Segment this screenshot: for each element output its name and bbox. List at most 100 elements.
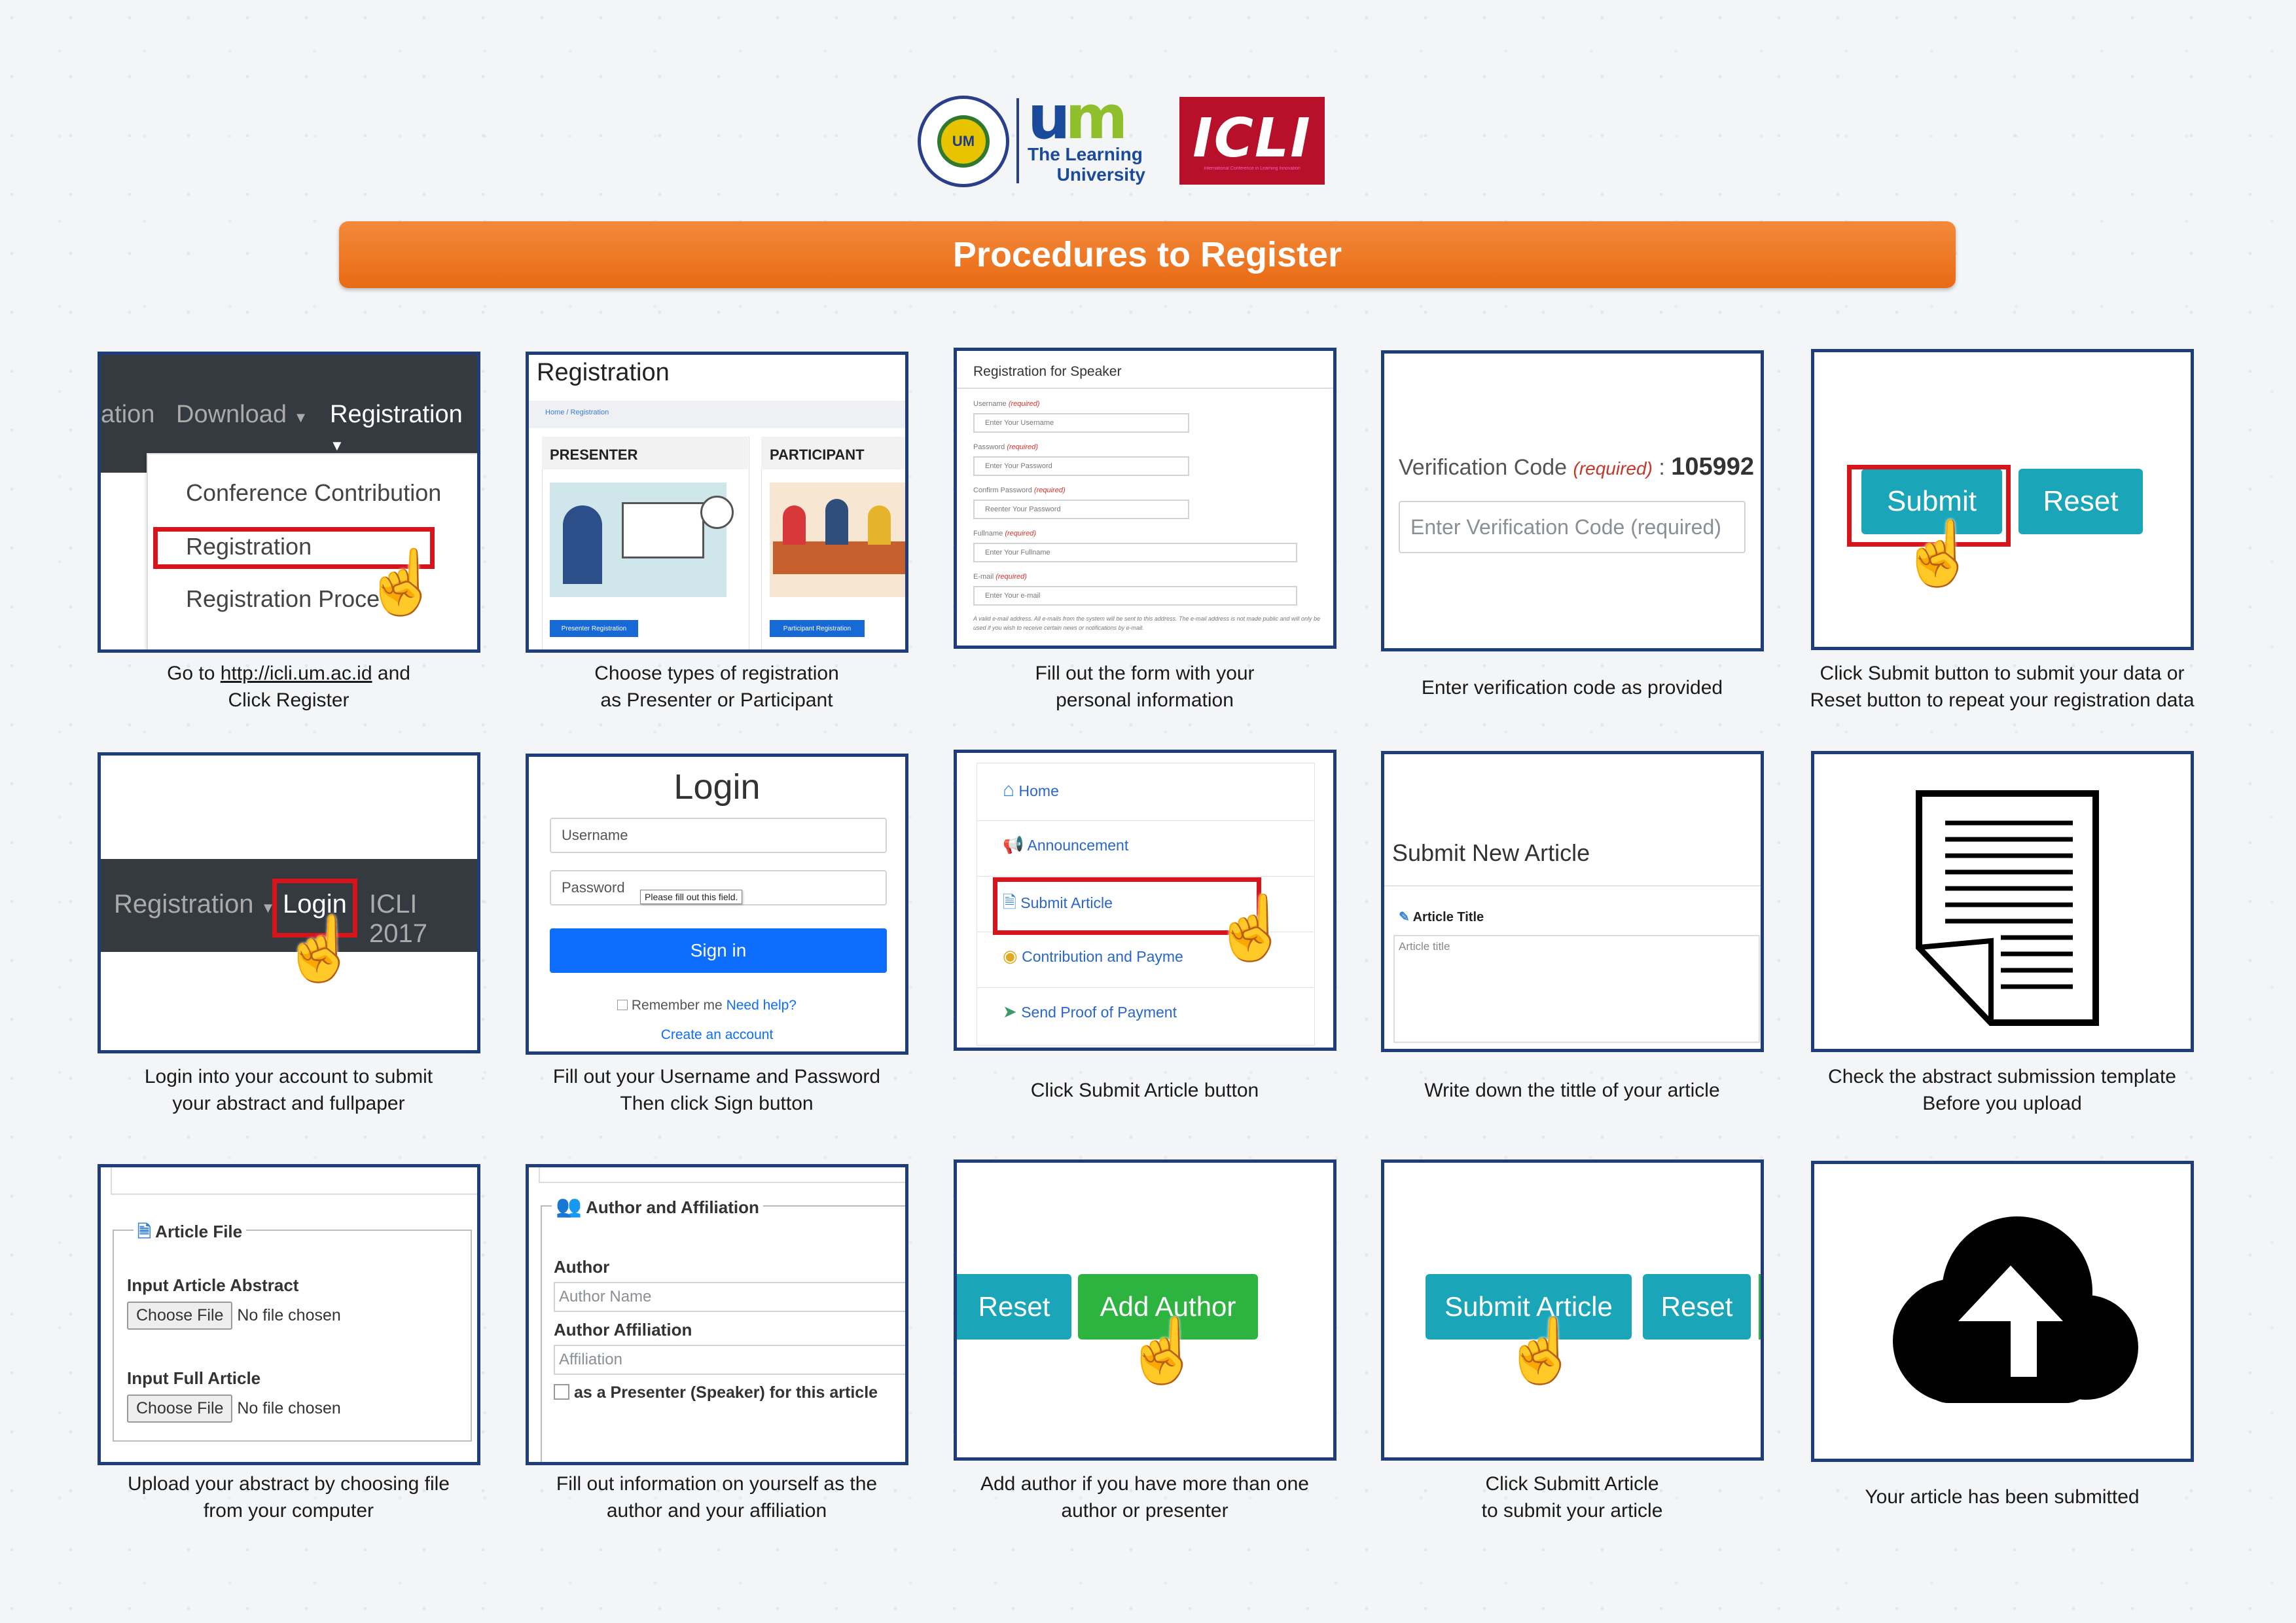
divider xyxy=(977,876,1314,877)
coins-icon: ◉ xyxy=(1003,946,1018,966)
caption-text: author and your affiliation xyxy=(606,1500,827,1522)
step-11-panel: 🗎 Article File Input Article Abstract Ch… xyxy=(98,1164,480,1465)
presenter-registration-button[interactable]: Presenter Registration xyxy=(550,620,638,637)
menu-item-conference-contribution[interactable]: Conference Contribution xyxy=(186,479,441,507)
sidebar-item-send-proof[interactable]: ➤ Send Proof of Payment xyxy=(1003,1002,1177,1022)
author-name-input[interactable]: Author Name xyxy=(554,1282,905,1312)
divider xyxy=(1384,885,1761,886)
megaphone-icon: 📢 xyxy=(1003,835,1024,854)
step-5-caption: Click Submit button to submit your data … xyxy=(1793,660,2212,714)
nav-item-download[interactable]: Download ▼ xyxy=(176,401,308,429)
step-1-panel: ation Download ▼ Registration ▼ Conferen… xyxy=(98,352,480,653)
reset-button[interactable]: Reset xyxy=(2018,469,2143,534)
logo-divider xyxy=(1016,98,1019,183)
caption-text: Click Register xyxy=(228,689,350,711)
legend-text: Author and Affiliation xyxy=(586,1197,759,1217)
caption-text: and xyxy=(372,663,410,684)
reset-button[interactable]: Reset xyxy=(1643,1274,1751,1340)
presenter-heading: PRESENTER xyxy=(550,447,638,463)
participant-registration-button[interactable]: Participant Registration xyxy=(770,620,865,637)
breadcrumb[interactable]: Home / Registration xyxy=(545,409,609,416)
nav-item-partial[interactable]: ation xyxy=(101,401,154,429)
caption-text: Click Submitt Article xyxy=(1485,1473,1659,1495)
step-4-caption: Enter verification code as provided xyxy=(1421,677,1723,699)
nav-registration-label: Registration xyxy=(114,890,254,919)
email-input[interactable]: Enter Your e-mail xyxy=(973,586,1297,606)
affiliation-input[interactable]: Affiliation xyxy=(554,1345,905,1375)
step-10-caption: Check the abstract submission template B… xyxy=(1793,1063,2212,1117)
step-14-caption: Click Submitt Article to submit your art… xyxy=(1363,1470,1782,1524)
caret-down-icon: ▼ xyxy=(330,437,344,454)
field-label-text: Article Title xyxy=(1412,910,1484,924)
choose-file-button[interactable]: Choose File xyxy=(127,1395,233,1423)
panel-edge xyxy=(539,1167,905,1183)
validation-tooltip: Please fill out this field. xyxy=(640,890,743,904)
users-icon: 👥 xyxy=(556,1194,582,1218)
sidebar-item-label: Home xyxy=(1018,782,1059,799)
caption-text: from your computer xyxy=(203,1500,374,1522)
username-input[interactable]: Username xyxy=(550,818,887,853)
nav-item-registration[interactable]: Registration ▼ xyxy=(114,890,275,919)
send-icon: ➤ xyxy=(1003,1002,1017,1021)
remember-checkbox[interactable] xyxy=(617,1000,628,1010)
step-13-caption: Add author if you have more than one aut… xyxy=(935,1470,1354,1524)
article-title-input[interactable]: Article title xyxy=(1393,935,1760,1043)
step-5-panel: Submit Reset ☝ xyxy=(1811,349,2194,650)
caption-text: Fill out your Username and Password xyxy=(552,1066,881,1087)
caption-text: to submit your article xyxy=(1481,1500,1663,1522)
step-2-panel: Registration Home / Registration PRESENT… xyxy=(526,352,908,653)
document-template-icon xyxy=(1913,790,2099,1029)
pointer-hand-icon: ☝ xyxy=(1124,1316,1202,1386)
step-10-panel xyxy=(1811,751,2194,1052)
presenter-checkbox[interactable] xyxy=(554,1384,569,1400)
sidebar-item-announcement[interactable]: 📢 Announcement xyxy=(1003,835,1128,855)
submit-new-article-title: Submit New Article xyxy=(1392,839,1590,866)
sidebar-item-label: Send Proof of Payment xyxy=(1021,1004,1177,1021)
panel-edge xyxy=(111,1167,477,1195)
create-account-link[interactable]: Create an account xyxy=(529,1027,905,1043)
nav-item-registration[interactable]: Registration ▼ xyxy=(330,401,477,457)
home-icon: ⌂ xyxy=(1003,779,1015,801)
sidebar-item-home[interactable]: ⌂ Home xyxy=(1003,779,1059,801)
step-2-caption: Choose types of registration as Presente… xyxy=(507,660,926,714)
step-1-caption: Go to http://icli.um.ac.id and Click Reg… xyxy=(79,660,498,714)
step-12-caption: Fill out information on yourself as the … xyxy=(507,1470,926,1524)
step-15-panel xyxy=(1811,1161,2194,1462)
caption-text: as Presenter or Participant xyxy=(600,689,833,711)
step-9-panel: Submit New Article ✎ Article Title Artic… xyxy=(1381,751,1764,1052)
sidebar-item-contribution[interactable]: ◉ Contribution and Payme xyxy=(1003,946,1183,966)
page-title-banner: Procedures to Register xyxy=(339,221,1956,288)
pointer-hand-icon: ☝ xyxy=(281,914,359,984)
um-tagline-1: The Learning xyxy=(1028,144,1143,164)
field-label: Username (required) xyxy=(973,400,1040,408)
verification-code-input[interactable]: Enter Verification Code (required) xyxy=(1399,501,1746,553)
seal-emblem: UM xyxy=(937,115,990,168)
field-label: E-mail (required) xyxy=(973,573,1027,581)
confirm-password-input[interactable]: Reenter Your Password xyxy=(973,500,1189,519)
login-title: Login xyxy=(673,767,761,807)
icli-wordmark: ICLI xyxy=(1193,107,1312,170)
field-label: Fullname (required) xyxy=(973,530,1036,538)
site-link[interactable]: http://icli.um.ac.id xyxy=(221,663,372,684)
nav-registration-label: Registration xyxy=(330,401,463,428)
caption-text: Add author if you have more than one xyxy=(980,1473,1309,1495)
caption-text: personal information xyxy=(1056,689,1234,711)
pencil-icon: ✎ xyxy=(1399,910,1410,924)
password-input[interactable]: Enter Your Password xyxy=(973,456,1189,476)
field-label: Confirm Password (required) xyxy=(973,486,1066,494)
reset-button[interactable]: Reset xyxy=(957,1274,1071,1340)
step-15-caption: Your article has been submitted xyxy=(1865,1486,2140,1508)
divider xyxy=(977,987,1314,988)
fullname-input[interactable]: Enter Your Fullname xyxy=(973,543,1297,562)
email-help-text: A valid e-mail address. All e-mails from… xyxy=(973,615,1321,631)
menu-item-registration-procedure[interactable]: Registration Proce xyxy=(186,585,380,613)
university-seal-logo: UM xyxy=(918,96,1009,187)
divider xyxy=(977,820,1314,821)
nav-item-icli-2017[interactable]: ICLI 2017 xyxy=(369,890,477,949)
need-help-link[interactable]: Need help? xyxy=(726,998,797,1013)
no-file-text: No file chosen xyxy=(237,1399,341,1417)
username-input[interactable]: Enter Your Username xyxy=(973,413,1189,433)
sign-in-button[interactable]: Sign in xyxy=(550,928,887,973)
step-4-panel: Verification Code (required) : 105992 En… xyxy=(1381,350,1764,651)
choose-file-button[interactable]: Choose File xyxy=(127,1302,233,1330)
